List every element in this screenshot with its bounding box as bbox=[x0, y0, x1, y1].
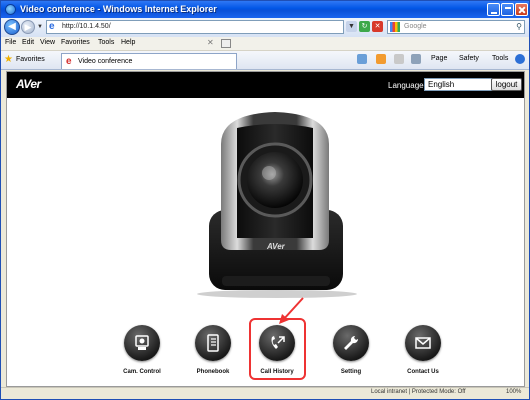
ie-icon bbox=[5, 4, 16, 15]
menu-help[interactable]: Help bbox=[121, 39, 135, 46]
favorites-star-icon[interactable]: ★ bbox=[4, 54, 13, 66]
favorites-button[interactable]: Favorites bbox=[16, 56, 45, 63]
toolbar-options-icon[interactable] bbox=[221, 39, 231, 48]
phonebook-icon bbox=[195, 325, 231, 361]
back-button[interactable]: ◀ bbox=[4, 19, 20, 35]
language-value: English bbox=[428, 80, 455, 89]
wrench-icon bbox=[333, 325, 369, 361]
camera-brand-label: AVer bbox=[267, 242, 285, 251]
contact-us-label: Contact Us bbox=[407, 369, 439, 375]
aver-header: AVer Language English ▼ logout bbox=[7, 72, 524, 98]
close-button[interactable] bbox=[515, 3, 528, 16]
menu-view[interactable]: View bbox=[40, 39, 55, 46]
contact-us-button[interactable]: Contact Us bbox=[393, 325, 453, 375]
menu-file[interactable]: File bbox=[5, 39, 16, 46]
cam-control-label: Cam. Control bbox=[123, 369, 161, 375]
search-placeholder: Google bbox=[404, 23, 427, 30]
forward-button[interactable]: ▶ bbox=[21, 20, 35, 34]
status-bar: Local intranet | Protected Mode: Off 100… bbox=[1, 387, 529, 399]
url-text: http://10.1.4.50/ bbox=[62, 23, 111, 30]
envelope-icon bbox=[405, 325, 441, 361]
close-toolbar-icon[interactable]: ✕ bbox=[207, 38, 214, 47]
setting-button[interactable]: Setting bbox=[321, 325, 381, 375]
setting-label: Setting bbox=[340, 369, 362, 375]
address-dropdown-icon[interactable]: ▼ bbox=[346, 21, 357, 32]
security-zone: Local intranet | Protected Mode: Off bbox=[371, 389, 466, 395]
search-icon[interactable]: ⚲ bbox=[516, 22, 522, 31]
search-input[interactable]: Google ⚲ bbox=[387, 20, 525, 34]
ie-page-icon: e bbox=[49, 21, 55, 32]
minimize-button[interactable] bbox=[487, 3, 500, 16]
history-dropdown-icon[interactable]: ▼ bbox=[37, 24, 43, 30]
phonebook-label: Phonebook bbox=[196, 369, 230, 375]
page-content: AVer Language English ▼ logout bbox=[6, 71, 525, 387]
logout-button[interactable]: logout bbox=[491, 78, 522, 91]
address-bar: ◀ ▶ ▼ e http://10.1.4.50/ ▼ ↻ ✕ Google ⚲ bbox=[1, 18, 529, 37]
maximize-button[interactable] bbox=[501, 3, 514, 16]
page-menu[interactable]: Page bbox=[431, 55, 447, 62]
safety-menu[interactable]: Safety bbox=[459, 55, 479, 62]
help-icon[interactable] bbox=[515, 54, 525, 64]
title-bar: Video conference - Windows Internet Expl… bbox=[1, 1, 529, 18]
read-mail-icon[interactable] bbox=[394, 54, 404, 64]
camera-image bbox=[197, 112, 357, 298]
menu-edit[interactable]: Edit bbox=[22, 39, 34, 46]
menu-bar: File Edit View Favorites Tools Help ✕ bbox=[1, 37, 529, 51]
google-icon bbox=[390, 22, 400, 32]
tab-title: Video conference bbox=[78, 58, 133, 65]
phonebook-button[interactable]: Phonebook bbox=[183, 325, 243, 375]
highlight-arrow bbox=[279, 297, 304, 324]
tools-menu[interactable]: Tools bbox=[492, 55, 508, 62]
print-icon[interactable] bbox=[411, 54, 421, 64]
zoom-level[interactable]: 100% bbox=[506, 389, 521, 395]
tab-video-conference[interactable]: e Video conference bbox=[61, 53, 237, 69]
window-title: Video conference - Windows Internet Expl… bbox=[20, 4, 217, 14]
url-input[interactable]: e http://10.1.4.50/ bbox=[46, 20, 344, 34]
language-label: Language bbox=[388, 81, 424, 90]
feeds-icon[interactable] bbox=[376, 54, 386, 64]
menu-tools[interactable]: Tools bbox=[98, 39, 114, 46]
aver-logo: AVer bbox=[16, 77, 41, 91]
refresh-icon[interactable]: ↻ bbox=[359, 21, 370, 32]
cam-control-button[interactable]: Cam. Control bbox=[112, 325, 172, 375]
menu-favorites[interactable]: Favorites bbox=[61, 39, 90, 46]
camera-control-icon bbox=[124, 325, 160, 361]
tab-page-icon: e bbox=[66, 56, 72, 67]
home-icon[interactable] bbox=[357, 54, 367, 64]
favorites-bar: ★ Favorites e Video conference Page Safe… bbox=[1, 51, 529, 70]
browser-window: Video conference - Windows Internet Expl… bbox=[0, 0, 530, 400]
stop-icon[interactable]: ✕ bbox=[372, 21, 383, 32]
